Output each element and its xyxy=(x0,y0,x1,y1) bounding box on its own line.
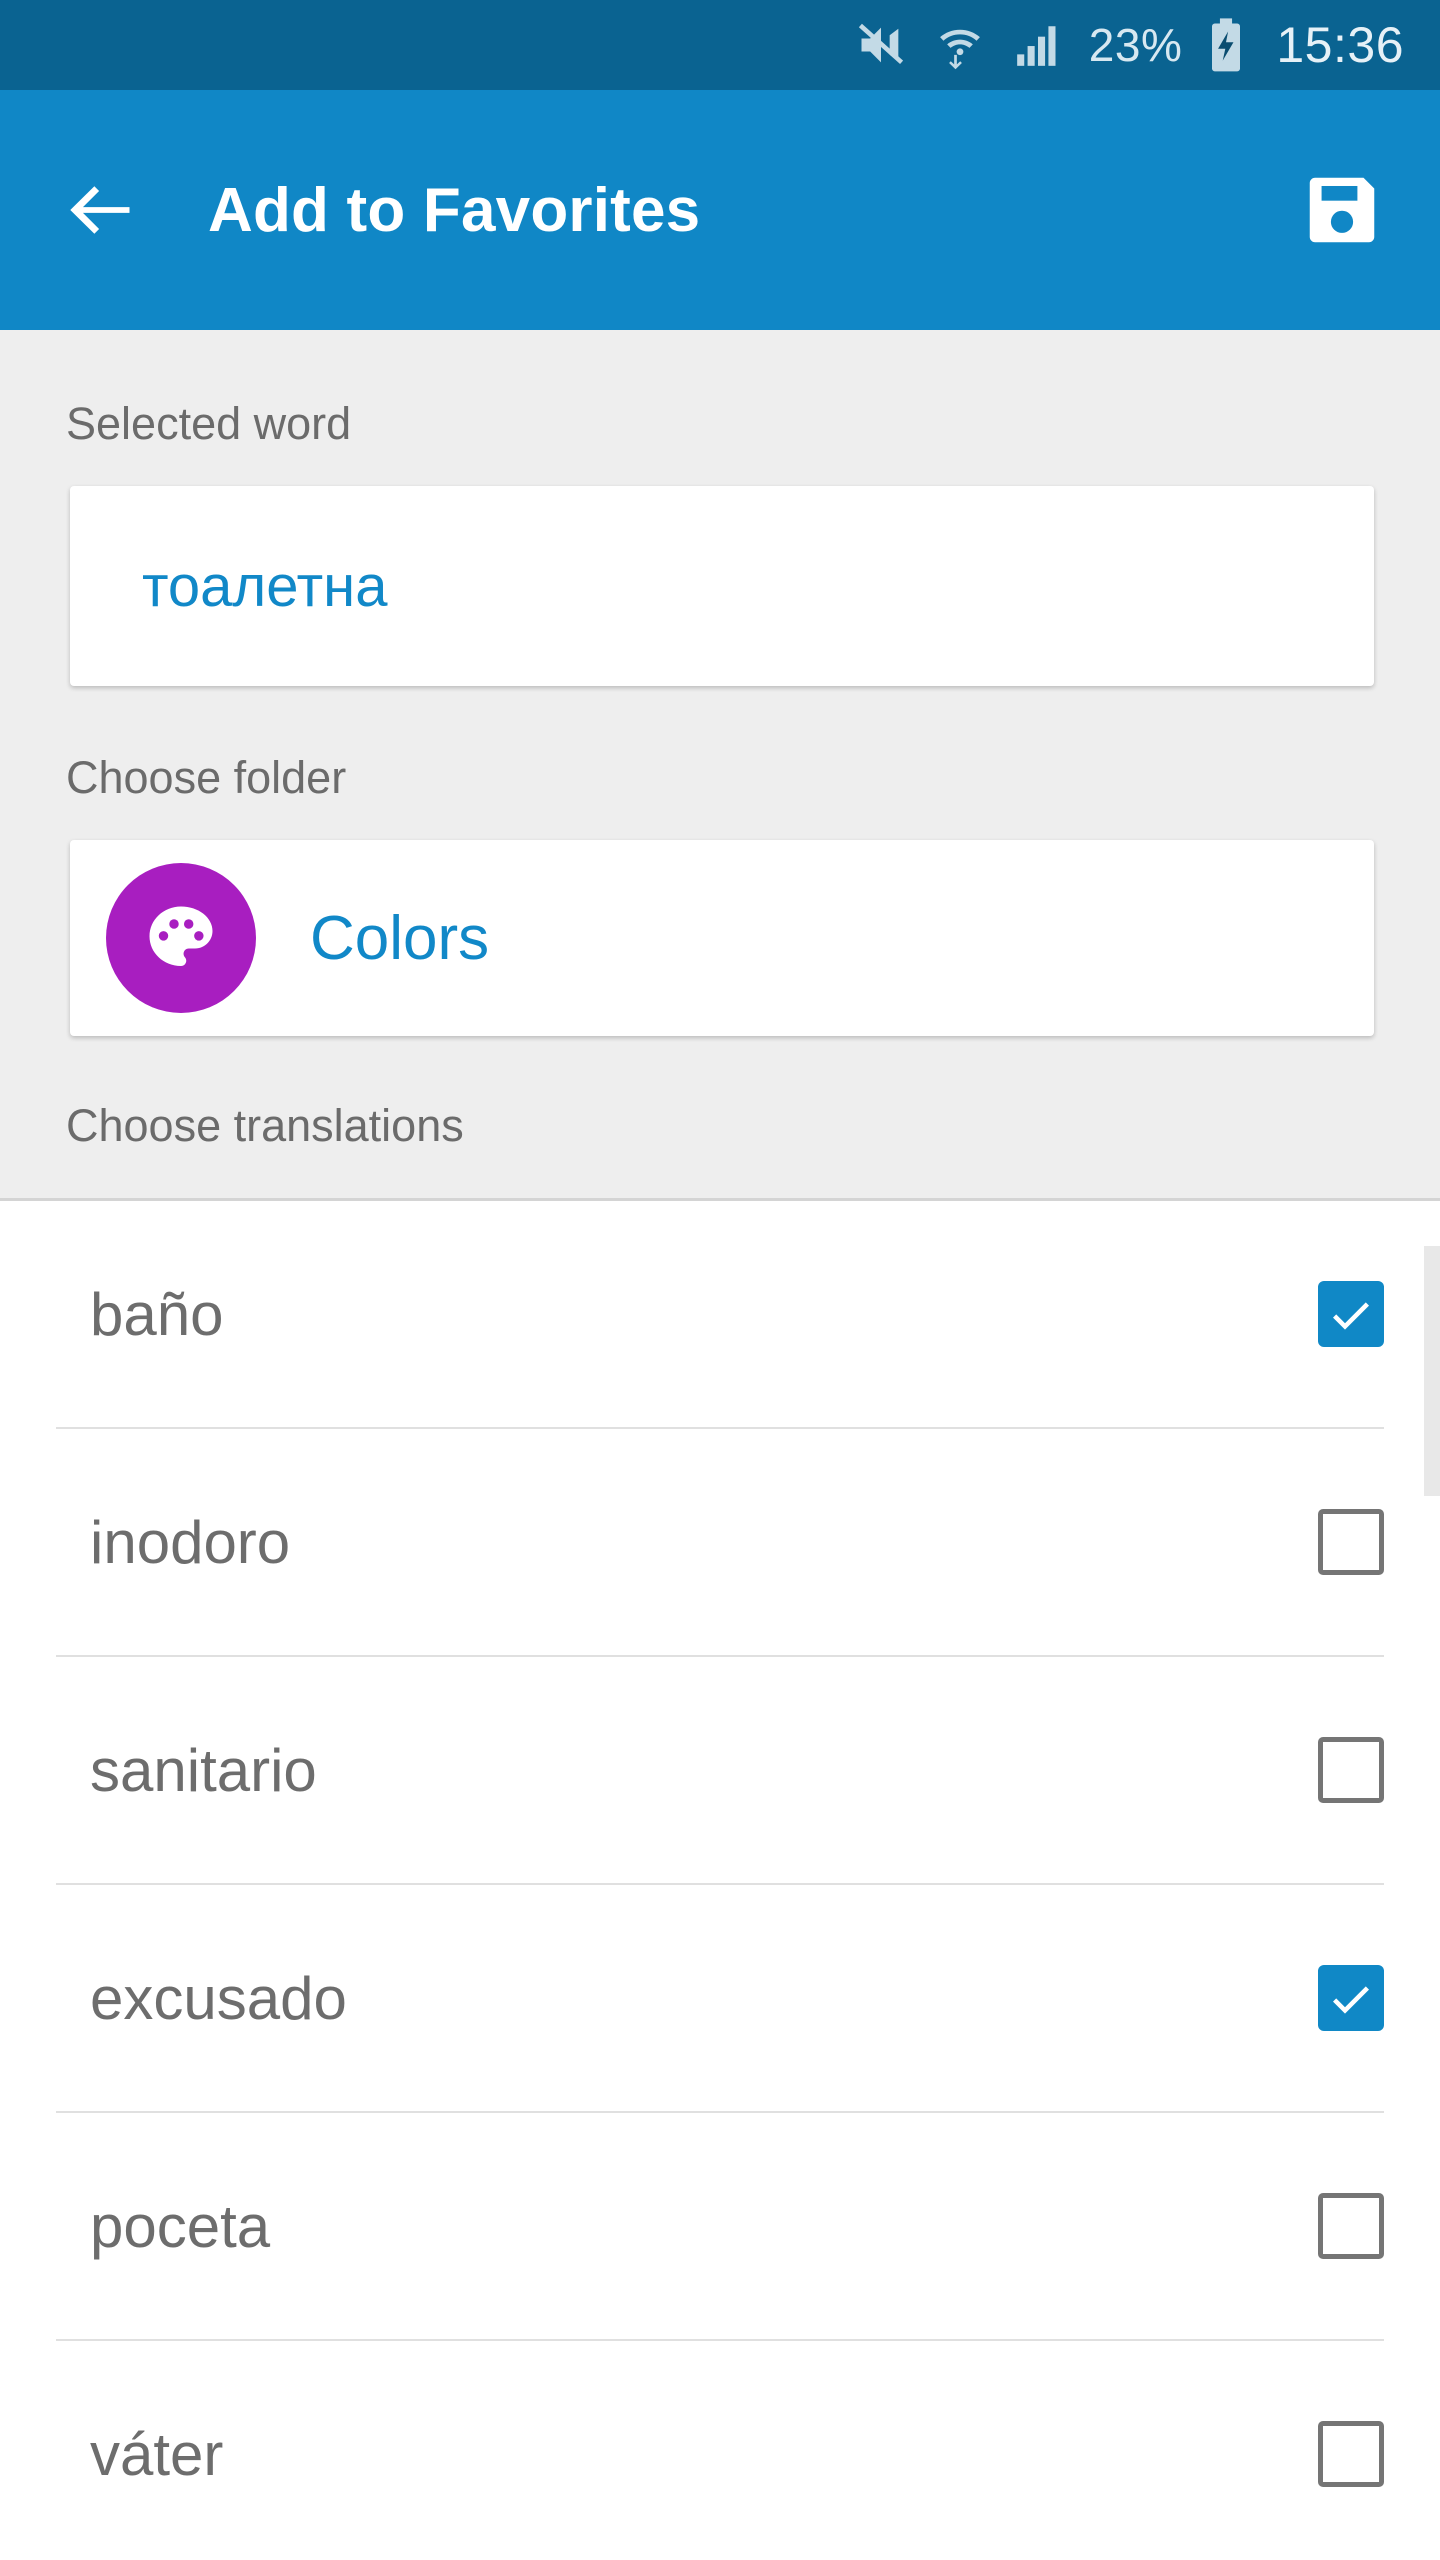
selected-word-value: тоалетна xyxy=(142,553,388,619)
page-title: Add to Favorites xyxy=(208,175,701,245)
translation-row[interactable]: inodoro xyxy=(0,1429,1440,1655)
selected-word-label: Selected word xyxy=(66,398,352,449)
floppy-disk-save-icon xyxy=(1309,177,1375,243)
back-button[interactable] xyxy=(62,171,140,249)
translation-row[interactable]: váter xyxy=(0,2341,1440,2560)
save-button[interactable] xyxy=(1296,164,1388,256)
choose-translations-label: Choose translations xyxy=(66,1100,464,1151)
battery-charging-icon xyxy=(1208,17,1244,73)
translation-label: inodoro xyxy=(90,1508,291,1576)
translation-label: baño xyxy=(90,1280,224,1348)
translations-list: baño inodoro sanitario excusado poceta váter xyxy=(0,1201,1440,2560)
status-bar-clock: 15:36 xyxy=(1276,17,1404,73)
folder-avatar xyxy=(106,863,256,1013)
checkbox-unchecked[interactable] xyxy=(1318,2421,1384,2487)
app-bar: Add to Favorites xyxy=(0,90,1440,330)
check-icon xyxy=(1333,1986,1369,2014)
checkbox-unchecked[interactable] xyxy=(1318,2193,1384,2259)
checkbox-checked[interactable] xyxy=(1318,1965,1384,2031)
volume-mute-icon xyxy=(855,19,907,71)
translation-row[interactable]: sanitario xyxy=(0,1657,1440,1883)
translation-label: váter xyxy=(90,2420,224,2488)
arrow-left-icon xyxy=(70,186,130,234)
translation-row[interactable]: excusado xyxy=(0,1885,1440,2111)
app-screen: 23% 15:36 Add to Favorites Selected word… xyxy=(0,0,1440,2560)
cellular-signal-icon xyxy=(1013,20,1063,70)
translation-label: poceta xyxy=(90,2192,271,2260)
checkbox-unchecked[interactable] xyxy=(1318,1509,1384,1575)
status-bar: 23% 15:36 xyxy=(0,0,1440,90)
translation-row[interactable]: baño xyxy=(0,1201,1440,1427)
folder-name: Colors xyxy=(310,903,490,973)
choose-folder-card[interactable]: Colors xyxy=(70,840,1374,1036)
wifi-transfer-icon xyxy=(933,18,987,72)
form-section: Selected word тоалетна Choose folder Col… xyxy=(0,330,1440,1198)
status-bar-icons: 23% 15:36 xyxy=(855,17,1404,73)
translation-label: excusado xyxy=(90,1964,347,2032)
choose-folder-label: Choose folder xyxy=(66,752,347,803)
battery-percent-text: 23% xyxy=(1088,19,1183,71)
checkbox-unchecked[interactable] xyxy=(1318,1737,1384,1803)
check-icon xyxy=(1333,1302,1369,1330)
scrollbar-thumb[interactable] xyxy=(1424,1246,1440,1496)
translation-row[interactable]: poceta xyxy=(0,2113,1440,2339)
translation-label: sanitario xyxy=(90,1736,317,1804)
selected-word-card[interactable]: тоалетна xyxy=(70,486,1374,686)
checkbox-checked[interactable] xyxy=(1318,1281,1384,1347)
palette-icon xyxy=(149,906,213,966)
